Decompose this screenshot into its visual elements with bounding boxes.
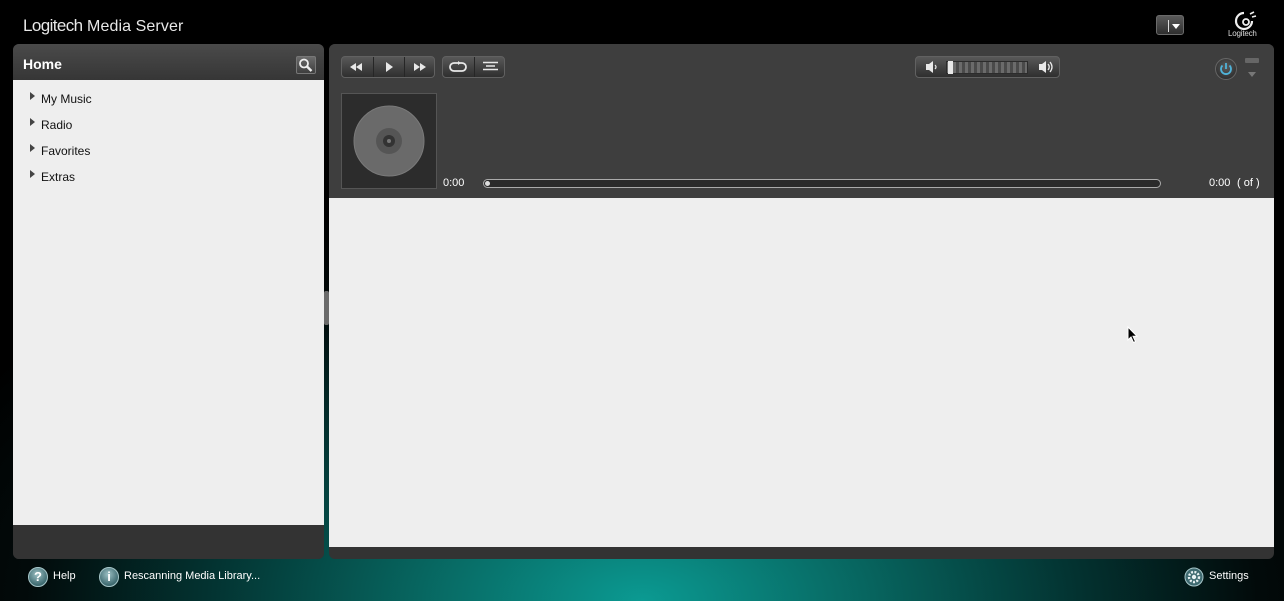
next-button[interactable] — [404, 57, 435, 77]
volume-up-icon[interactable] — [1033, 57, 1059, 77]
expand-arrow-icon[interactable] — [30, 144, 35, 152]
album-cover[interactable] — [341, 93, 437, 189]
expand-arrow-icon[interactable] — [30, 170, 35, 178]
help-button[interactable]: ? Help — [28, 567, 88, 587]
elapsed-time: 0:00 — [443, 177, 465, 189]
power-button[interactable] — [1215, 58, 1237, 80]
tree-item-label: My Music — [41, 92, 92, 106]
help-label: Help — [53, 570, 76, 582]
settings-button[interactable]: Settings — [1184, 567, 1259, 587]
player-panel: 0:00 0:00 ( of ) — [329, 44, 1274, 559]
transport-controls — [341, 56, 435, 78]
repeat-button[interactable] — [443, 57, 474, 77]
home-panel-footer — [13, 525, 324, 559]
shuffle-icon — [483, 61, 498, 71]
playlist-mode-controls — [442, 56, 505, 78]
tree-item-radio[interactable]: Radio — [13, 114, 313, 136]
tree-item-label: Radio — [41, 118, 73, 132]
playlist-area — [329, 198, 1274, 547]
settings-label: Settings — [1209, 570, 1249, 582]
app-title: Logitech Media Server — [23, 16, 183, 36]
volume-control — [915, 56, 1060, 78]
play-icon — [386, 62, 393, 72]
app-header: Logitech Media Server Logitech — [4, 4, 1280, 46]
player-select-dropdown[interactable] — [1156, 15, 1184, 35]
home-menu-tree: My Music Radio Favorites Extras — [13, 80, 324, 525]
chevron-down-icon — [1172, 24, 1180, 29]
total-time: 0:00 — [1209, 177, 1231, 189]
search-button[interactable] — [296, 56, 316, 74]
expand-arrow-icon[interactable] — [30, 118, 35, 126]
home-panel-title: Home — [23, 56, 62, 72]
app-title-brand: Logitech — [23, 16, 83, 35]
tree-item-extras[interactable]: Extras — [13, 166, 313, 188]
info-icon: i — [99, 567, 119, 587]
app-window: Logitech Media Server Logitech Home My M… — [4, 4, 1280, 599]
logo-text: Logitech — [1228, 29, 1257, 38]
gear-icon — [1184, 567, 1204, 587]
volume-slider-handle[interactable] — [948, 61, 953, 74]
collapse-player-button[interactable] — [1245, 58, 1259, 80]
divider — [1168, 20, 1169, 32]
shuffle-button[interactable] — [474, 57, 505, 77]
home-panel-header: Home — [13, 44, 324, 80]
scan-status-label: Rescanning Media Library... — [124, 570, 261, 582]
tree-item-label: Favorites — [41, 144, 91, 158]
repeat-icon — [449, 61, 467, 72]
play-button[interactable] — [373, 57, 404, 77]
volume-slider[interactable] — [946, 61, 1028, 74]
track-count: ( of ) — [1237, 177, 1260, 189]
expand-arrow-icon[interactable] — [30, 92, 35, 100]
home-panel: Home My Music Radio Favorites Extras — [13, 44, 324, 559]
previous-button[interactable] — [342, 57, 373, 77]
now-playing-area: 0:00 0:00 ( of ) — [329, 44, 1274, 198]
power-icon — [1220, 63, 1232, 75]
help-icon: ? — [28, 567, 48, 587]
tree-item-label: Extras — [41, 170, 76, 184]
search-icon — [299, 58, 313, 72]
scan-status[interactable]: i Rescanning Media Library... — [99, 567, 269, 587]
progress-bar[interactable] — [483, 179, 1161, 188]
progress-bar-handle[interactable] — [485, 181, 490, 186]
volume-down-icon[interactable] — [919, 57, 943, 77]
tree-item-favorites[interactable]: Favorites — [13, 140, 313, 162]
mouse-cursor-icon — [1127, 326, 1139, 344]
disc-icon — [353, 105, 425, 177]
app-title-rest: Media Server — [87, 18, 184, 35]
tree-item-my-music[interactable]: My Music — [13, 88, 313, 110]
